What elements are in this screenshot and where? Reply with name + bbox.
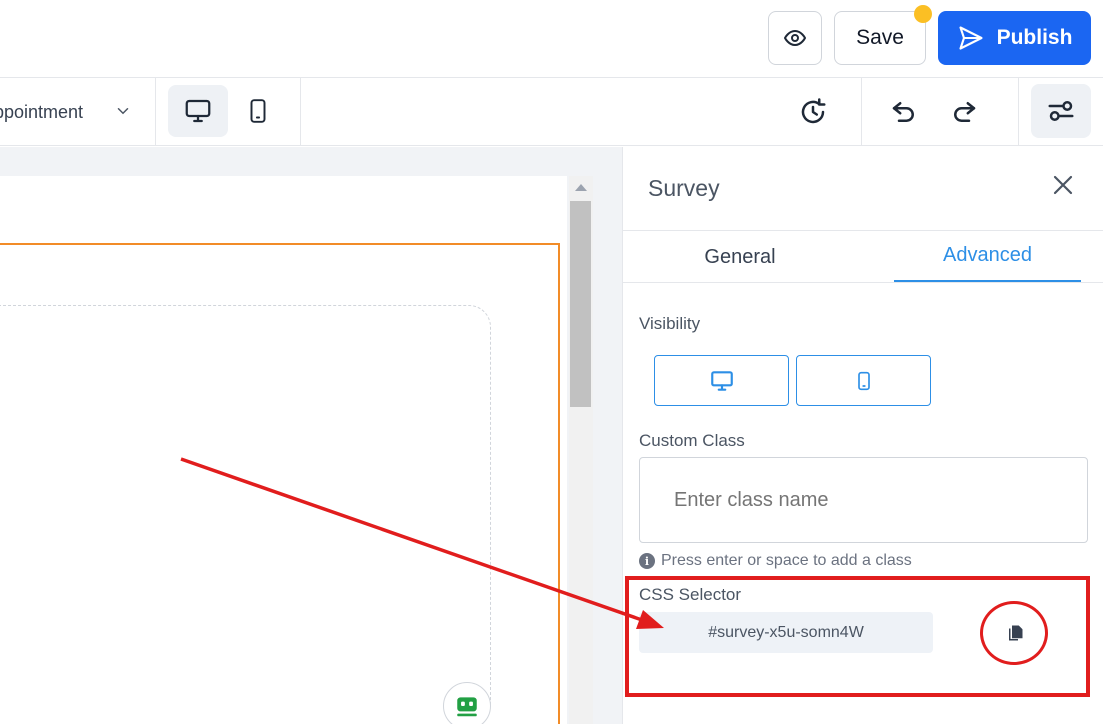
close-icon[interactable] [1051, 173, 1075, 197]
settings-button[interactable] [1031, 84, 1091, 138]
canvas-page[interactable] [0, 176, 567, 724]
visibility-desktop-toggle[interactable] [654, 355, 789, 406]
device-switcher [156, 78, 301, 146]
mobile-icon [857, 371, 870, 390]
unsaved-changes-indicator [914, 5, 932, 23]
page-selector-label: ppointment [0, 101, 84, 122]
custom-class-hint-text: Press enter or space to add a class [661, 552, 912, 569]
scrollbar-thumb[interactable] [570, 201, 591, 407]
undo-icon [892, 102, 914, 122]
sliders-icon [1048, 101, 1074, 121]
scroll-up-arrow[interactable] [575, 184, 587, 191]
survey-container[interactable] [0, 305, 491, 724]
chat-widget-button[interactable] [443, 682, 491, 724]
panel-title: Survey [648, 175, 720, 201]
save-button[interactable]: Save [834, 11, 926, 65]
tab-advanced[interactable]: Advanced [894, 231, 1081, 283]
mobile-view-button[interactable] [238, 85, 278, 137]
highlight-circle-annotation [980, 601, 1048, 665]
custom-class-hint: i Press enter or space to add a class [639, 552, 912, 570]
page-selector[interactable]: ppointment [0, 78, 156, 146]
top-header: Save Publish [0, 0, 1103, 78]
history-button[interactable] [790, 90, 836, 134]
eye-icon [784, 30, 806, 46]
robot-icon [457, 697, 477, 717]
info-icon: i [639, 553, 655, 569]
canvas-scrollbar[interactable] [569, 176, 593, 724]
editor-toolbar: ppointment [0, 78, 1103, 146]
tabs-divider [623, 282, 1103, 283]
mobile-icon [250, 99, 266, 123]
preview-button[interactable] [768, 11, 822, 65]
chevron-down-icon [117, 108, 129, 115]
desktop-icon [710, 370, 733, 391]
redo-icon [954, 102, 976, 122]
visibility-mobile-toggle[interactable] [796, 355, 931, 406]
redo-button[interactable] [942, 90, 986, 134]
publish-button-label: Publish [996, 26, 1073, 49]
desktop-icon [185, 99, 211, 123]
save-button-label: Save [856, 26, 904, 49]
history-icon [801, 98, 826, 124]
editor-canvas [0, 147, 622, 724]
desktop-view-button[interactable] [168, 85, 228, 137]
send-icon [959, 26, 983, 50]
toolbar-divider [861, 78, 862, 146]
visibility-label: Visibility [639, 314, 701, 333]
tab-general[interactable]: General [625, 231, 855, 283]
custom-class-label: Custom Class [639, 431, 745, 450]
custom-class-input[interactable] [639, 457, 1088, 543]
undo-button[interactable] [882, 90, 926, 134]
toolbar-divider [1018, 78, 1019, 146]
publish-button[interactable]: Publish [938, 11, 1091, 65]
